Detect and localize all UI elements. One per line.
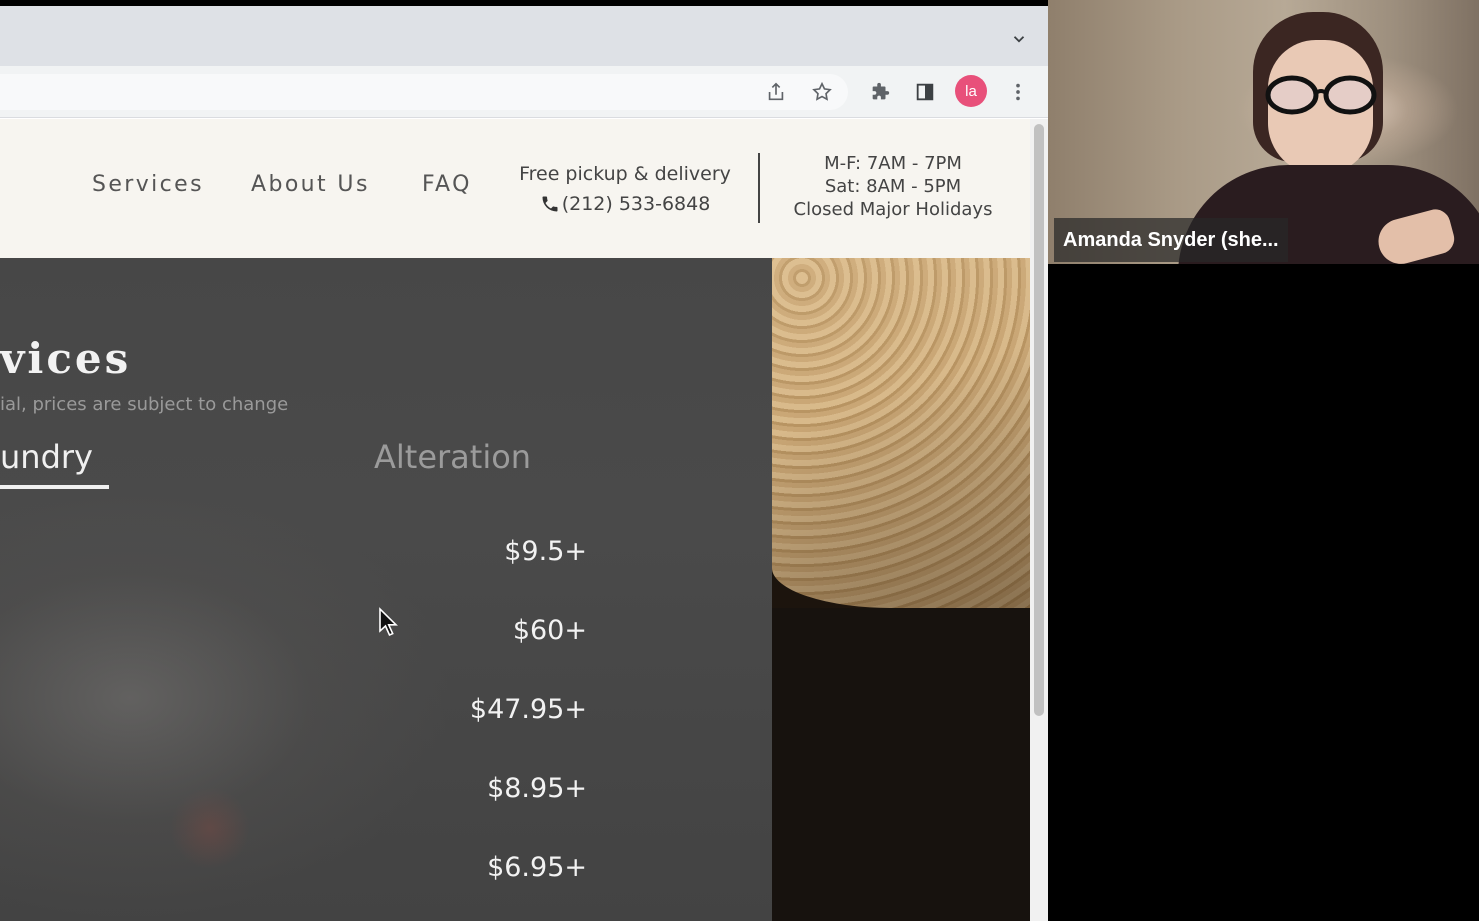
pickup-line: Free pickup & delivery <box>519 163 731 185</box>
video-panel-background <box>1048 264 1479 921</box>
page-viewport: Services About Us FAQ Free pickup & deli… <box>0 119 1030 921</box>
nav-services[interactable]: Services <box>92 172 204 197</box>
browser-window: la Services About Us FAQ Free pickup & d… <box>0 0 1048 921</box>
nav-faq[interactable]: FAQ <box>422 172 472 197</box>
browser-toolbar <box>0 66 1048 118</box>
hours-holidays: Closed Major Holidays <box>793 199 993 220</box>
phone-number: (212) 533-6848 <box>561 193 711 215</box>
site-header: Services About Us FAQ Free pickup & deli… <box>0 119 1030 258</box>
page-scrollbar-thumb[interactable] <box>1034 124 1044 716</box>
price-item: $9.5+ <box>504 536 587 567</box>
price-item: $60+ <box>512 615 587 646</box>
knit-shading <box>772 258 1030 608</box>
nav-about-us[interactable]: About Us <box>251 172 370 197</box>
price-item: $47.95+ <box>469 694 587 725</box>
tab-strip <box>0 6 1048 66</box>
side-panel-icon[interactable] <box>911 78 939 106</box>
hero-subtitle: ial, prices are subject to change <box>0 394 289 415</box>
phone-icon <box>542 196 558 212</box>
participant-glasses <box>1265 75 1377 115</box>
participant-name-tag: Amanda Snyder (she... <box>1054 218 1288 262</box>
pickup-delivery-info: Free pickup & delivery (212) 533-6848 <box>500 159 750 223</box>
price-item: $8.95+ <box>487 773 587 804</box>
tab-laundry[interactable]: undry <box>0 438 93 476</box>
active-tab-underline <box>0 485 109 489</box>
browser-menu-icon[interactable] <box>1004 78 1032 106</box>
bookmark-star-icon[interactable] <box>808 78 836 106</box>
tab-search-chevron-icon[interactable] <box>1010 30 1028 48</box>
share-icon[interactable] <box>762 78 790 106</box>
tab-alteration[interactable]: Alteration <box>374 438 531 476</box>
hours-saturday: Sat: 8AM - 5PM <box>824 176 962 197</box>
hero-image-sweater <box>772 258 1030 921</box>
profile-avatar[interactable]: la <box>955 75 987 107</box>
price-item: $6.95+ <box>487 852 587 883</box>
phone-link[interactable]: (212) 533-6848 <box>540 189 711 219</box>
business-hours: M-F: 7AM - 7PM Sat: 8AM - 5PM Closed Maj… <box>772 152 1014 221</box>
header-divider <box>758 153 760 223</box>
hero-title: vices <box>0 334 132 383</box>
extensions-puzzle-icon[interactable] <box>866 78 894 106</box>
services-hero: vices ial, prices are subject to change … <box>0 258 1030 921</box>
participant-video-tile[interactable]: Amanda Snyder (she... <box>1048 0 1479 264</box>
address-bar[interactable] <box>0 74 848 110</box>
mouse-cursor-icon <box>379 607 398 637</box>
hours-weekday: M-F: 7AM - 7PM <box>824 153 962 174</box>
